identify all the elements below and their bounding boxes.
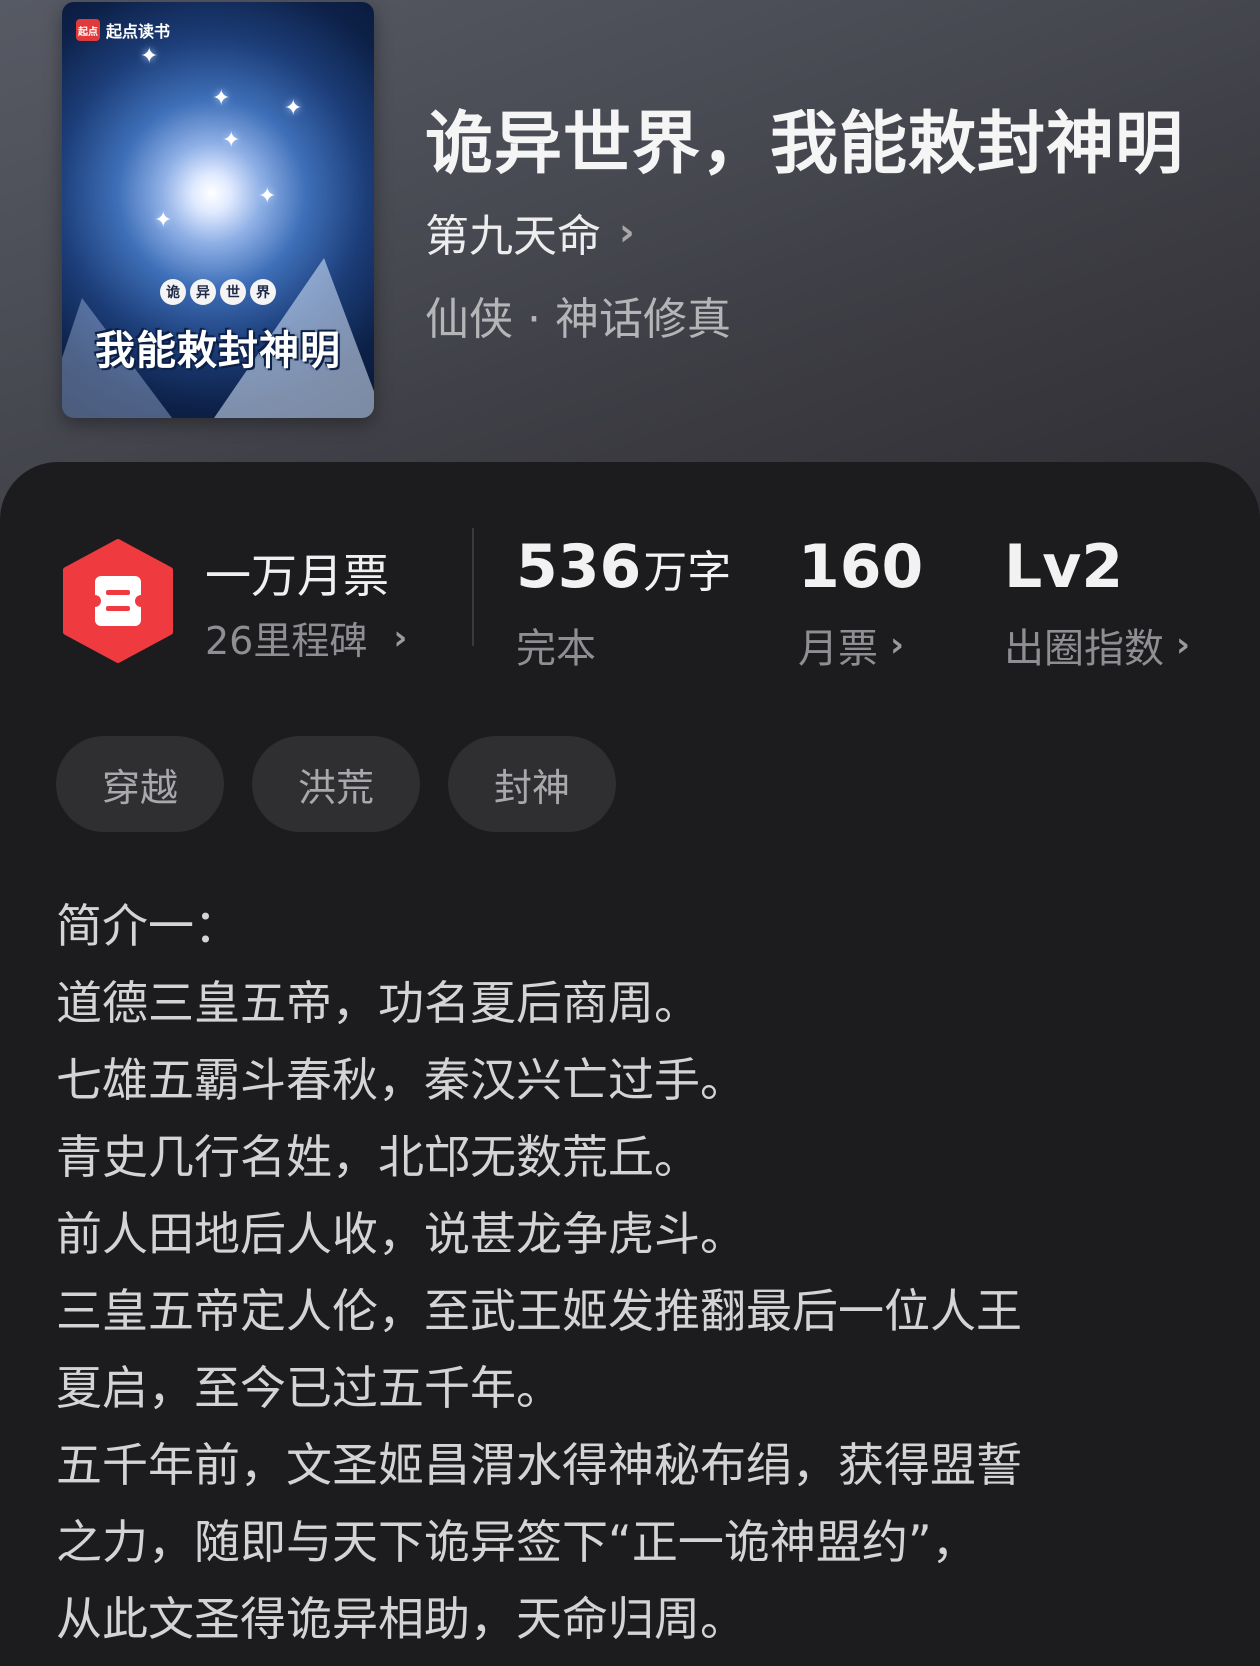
milestone-text: 26里程碑 <box>205 619 368 663</box>
chevron-right-icon: › <box>890 625 905 665</box>
status-text: 完本 <box>516 626 596 672</box>
ticket-badge-icon[interactable] <box>58 538 178 664</box>
cover-subtitle-char: 异 <box>190 279 216 305</box>
cover-subtitle-char: 诡 <box>160 279 186 305</box>
synopsis-line: 七雄五霸斗春秋，秦汉兴亡过手。 <box>56 1053 746 1107</box>
qidian-logo-icon: 起点 <box>76 19 100 41</box>
stats-divider <box>472 528 474 646</box>
chevron-right-icon: › <box>619 210 635 254</box>
author-link[interactable]: 第九天命 › <box>425 200 635 264</box>
cover-star: ✦ <box>154 208 173 233</box>
synopsis-line: 道德三皇五帝，功名夏后商周。 <box>56 976 700 1030</box>
circle-index-label: 出圈指数 <box>1004 626 1164 672</box>
synopsis-line: 五千年前，文圣姬昌渭水得神秘布绢，获得盟誓 <box>56 1438 1022 1492</box>
book-title: 诡异世界，我能敕封神明 <box>425 104 1185 184</box>
book-cover[interactable]: ✦ ✦ ✦ ✦ ✦ ✦ 起点 起点读书 诡 异 世 界 我能敕封神明 <box>62 2 374 418</box>
monthly-ticket-link[interactable]: 月票 › <box>798 616 904 674</box>
cover-star: ✦ <box>212 86 231 111</box>
cover-star: ✦ <box>258 184 277 209</box>
book-header: ✦ ✦ ✦ ✦ ✦ ✦ 起点 起点读书 诡 异 世 界 我能敕封神明 诡异世界，… <box>0 0 1260 520</box>
synopsis-line: 前人田地后人收，说甚龙争虎斗。 <box>56 1207 746 1261</box>
milestone-link[interactable]: 26里程碑 › <box>205 610 407 665</box>
monthly-ticket-label: 月票 <box>798 626 878 672</box>
word-count-value: 536 <box>516 532 642 602</box>
book-genre: 仙侠 · 神话修真 <box>425 294 731 345</box>
synopsis-line: 简介一： <box>56 899 240 953</box>
word-count-unit: 万字 <box>643 547 732 598</box>
circle-index-link[interactable]: 出圈指数 › <box>1004 616 1190 674</box>
tag-list: 穿越 洪荒 封神 <box>56 736 616 832</box>
synopsis-line: 从此文圣得诡异相助，天命归周。 <box>56 1592 746 1646</box>
tag-chip[interactable]: 洪荒 <box>252 736 420 832</box>
tag-chip[interactable]: 封神 <box>448 736 616 832</box>
cover-title: 我能敕封神明 <box>95 328 341 374</box>
cover-subtitle: 诡 异 世 界 <box>62 279 374 305</box>
cover-brand-text: 起点读书 <box>106 22 171 41</box>
book-status: 完本 <box>516 616 596 674</box>
cover-star: ✦ <box>284 96 303 121</box>
book-synopsis[interactable]: 简介一： 道德三皇五帝，功名夏后商周。 七雄五霸斗春秋，秦汉兴亡过手。 青史几行… <box>56 888 1216 1658</box>
chevron-right-icon: › <box>393 617 408 658</box>
honor-title[interactable]: 一万月票 <box>205 540 389 606</box>
cover-subtitle-char: 界 <box>250 279 276 305</box>
word-count: 536万字 <box>516 532 731 602</box>
synopsis-line: 夏启，至今已过五千年。 <box>56 1361 562 1415</box>
circle-level: Lv2 <box>1004 532 1124 602</box>
author-name: 第九天命 <box>425 211 601 262</box>
monthly-ticket-count: 160 <box>798 532 924 602</box>
cover-star: ✦ <box>222 128 241 153</box>
cover-star: ✦ <box>140 44 159 69</box>
tag-chip[interactable]: 穿越 <box>56 736 224 832</box>
cover-subtitle-char: 世 <box>220 279 246 305</box>
synopsis-line: 之力，随即与天下诡异签下“正一诡神盟约”， <box>56 1515 978 1569</box>
synopsis-line: 青史几行名姓，北邙无数荒丘。 <box>56 1130 700 1184</box>
chevron-right-icon: › <box>1176 625 1191 665</box>
synopsis-line: 三皇五帝定人伦，至武王姬发推翻最后一位人王 <box>56 1284 1022 1338</box>
cover-brand: 起点 起点读书 <box>76 18 170 42</box>
